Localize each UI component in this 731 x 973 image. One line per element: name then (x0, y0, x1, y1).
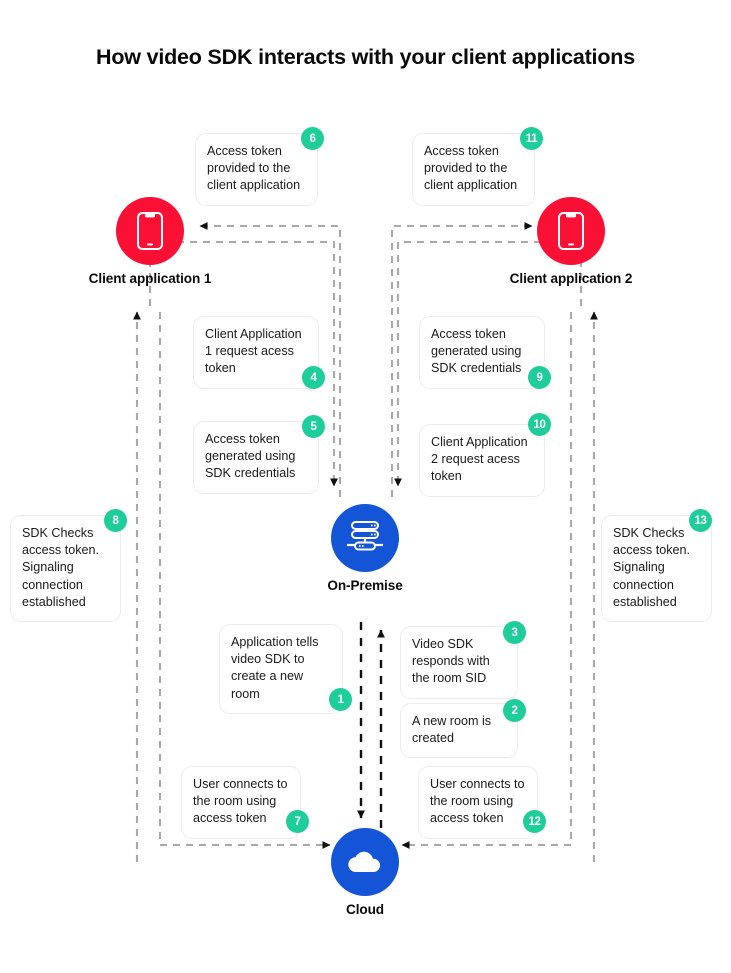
client-1-label: Client application 1 (88, 271, 212, 286)
step-badge-11: 11 (520, 127, 543, 150)
step-badge-7: 7 (286, 810, 309, 833)
cloud-circle (331, 828, 399, 896)
step-text-12: User connects to the room using access t… (430, 777, 525, 826)
step-box-10: Client Application 2 request acess token (419, 424, 545, 497)
on-premise-label: On-Premise (327, 578, 403, 593)
client-2-label: Client application 2 (509, 271, 633, 286)
step-badge-10: 10 (528, 413, 551, 436)
step-text-6: Access token provided to the client appl… (207, 144, 301, 193)
step-badge-4: 4 (302, 366, 325, 389)
step-text-7: User connects to the room using access t… (193, 777, 288, 826)
step-text-5: Access token generated using SDK credent… (205, 432, 296, 481)
step-text-9: Access token generated using SDK credent… (431, 327, 522, 376)
step-box-5: Access token generated using SDK credent… (193, 421, 319, 494)
mobile-phone-icon (137, 212, 163, 250)
cloud-icon (348, 851, 381, 873)
step-badge-5: 5 (302, 415, 325, 438)
step-text-3: Video SDK responds with the room SID (412, 637, 490, 686)
step-text-10: Client Application 2 request acess token (431, 435, 528, 484)
step-badge-12: 12 (523, 810, 546, 833)
step-badge-13: 13 (689, 509, 712, 532)
client-2-circle (537, 197, 605, 265)
on-premise-circle (331, 504, 399, 572)
step-box-1: Application tells video SDK to create a … (219, 624, 343, 714)
step-box-4: Client Application 1 request acess token (193, 316, 319, 389)
step-text-11: Access token provided to the client appl… (424, 144, 518, 193)
step-badge-6: 6 (301, 127, 324, 150)
client-1-circle (116, 197, 184, 265)
node-client-application-2[interactable]: Client application 2 (510, 197, 632, 286)
node-client-application-1[interactable]: Client application 1 (89, 197, 211, 286)
step-text-2: A new room is created (412, 714, 492, 746)
step-box-3: Video SDK responds with the room SID (400, 626, 518, 699)
step-box-11: Access token provided to the client appl… (412, 133, 535, 206)
cloud-label: Cloud (345, 902, 385, 917)
step-box-8: SDK Checks access token. Signaling conne… (10, 515, 121, 623)
step-badge-3: 3 (503, 621, 526, 644)
step-badge-9: 9 (528, 366, 551, 389)
step-text-13: SDK Checks access token. Signaling conne… (613, 526, 691, 609)
step-box-12: User connects to the room using access t… (418, 766, 538, 839)
server-rack-icon (347, 521, 383, 551)
mobile-phone-icon (558, 212, 584, 250)
node-on-premise[interactable]: On-Premise (327, 504, 403, 593)
step-text-8: SDK Checks access token. Signaling conne… (22, 526, 100, 609)
step-text-4: Client Application 1 request acess token (205, 327, 302, 376)
step-text-1: Application tells video SDK to create a … (231, 635, 319, 701)
step-box-6: Access token provided to the client appl… (195, 133, 318, 206)
step-badge-2: 2 (503, 699, 526, 722)
step-box-7: User connects to the room using access t… (181, 766, 301, 839)
step-badge-1: 1 (329, 688, 352, 711)
step-box-2: A new room is created (400, 703, 518, 759)
node-cloud[interactable]: Cloud (331, 828, 399, 917)
step-badge-8: 8 (104, 509, 127, 532)
diagram-canvas: How video SDK interacts with your client… (0, 0, 731, 973)
step-box-9: Access token generated using SDK credent… (419, 316, 545, 389)
